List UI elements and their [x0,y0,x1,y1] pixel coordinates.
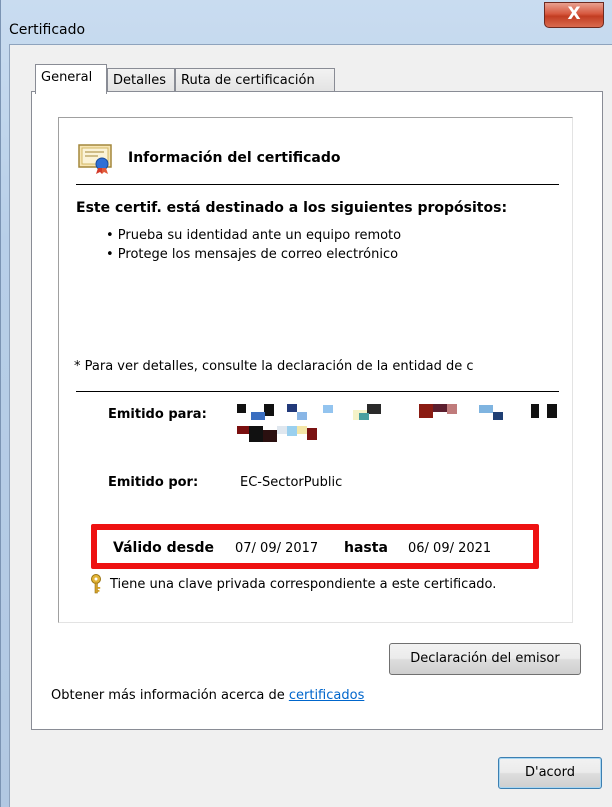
valid-to-value: 06/ 09/ 2021 [408,541,492,556]
valid-from-value: 07/ 09/ 2017 [235,541,319,556]
heading-divider [76,184,559,185]
title-bar: Certificado X [1,0,612,44]
ok-button-label: D'acord [524,765,576,780]
issued-by-value: EC-SectorPublic [240,475,343,490]
more-info-label: Obtener más información acerca de [51,688,285,703]
issuer-statement-button[interactable]: Declaración del emisor [389,643,581,675]
tab-general[interactable]: General [35,64,107,94]
tab-certification-path-label: Ruta de certificación [181,73,315,88]
certificates-link[interactable]: certificados [289,688,364,703]
certificate-dialog: Certificado X General Detalles Ruta de c… [0,0,612,807]
close-button[interactable]: X [544,2,604,28]
private-key-note: Tiene una clave privada correspondiente … [110,577,497,592]
issued-to-label: Emitido para: [108,407,207,422]
more-info-text: Obtener más información acerca de certif… [51,688,364,703]
key-icon [91,574,101,594]
purpose-item: • Protege los mensajes de correo electró… [106,247,399,262]
close-icon: X [567,4,581,24]
valid-to-label: hasta [344,540,388,556]
tab-details-label: Detalles [113,73,167,88]
tab-general-label: General [41,70,93,85]
details-divider [76,391,559,392]
info-heading: Información del certificado [128,150,341,166]
valid-from-label: Válido desde [113,540,214,556]
window-title: Certificado [9,22,86,38]
details-note: * Para ver detalles, consulte la declara… [74,359,474,374]
certificate-icon [78,144,112,174]
issued-by-label: Emitido por: [108,475,199,490]
tab-certification-path[interactable]: Ruta de certificación [175,68,335,92]
purpose-item: • Prueba su identidad ante un equipo rem… [106,228,402,243]
issuer-statement-button-label: Declaración del emisor [410,651,560,666]
ok-button[interactable]: D'acord [498,757,602,789]
tab-details[interactable]: Detalles [107,68,175,92]
purposes-heading: Este certif. está destinado a los siguie… [76,200,508,216]
